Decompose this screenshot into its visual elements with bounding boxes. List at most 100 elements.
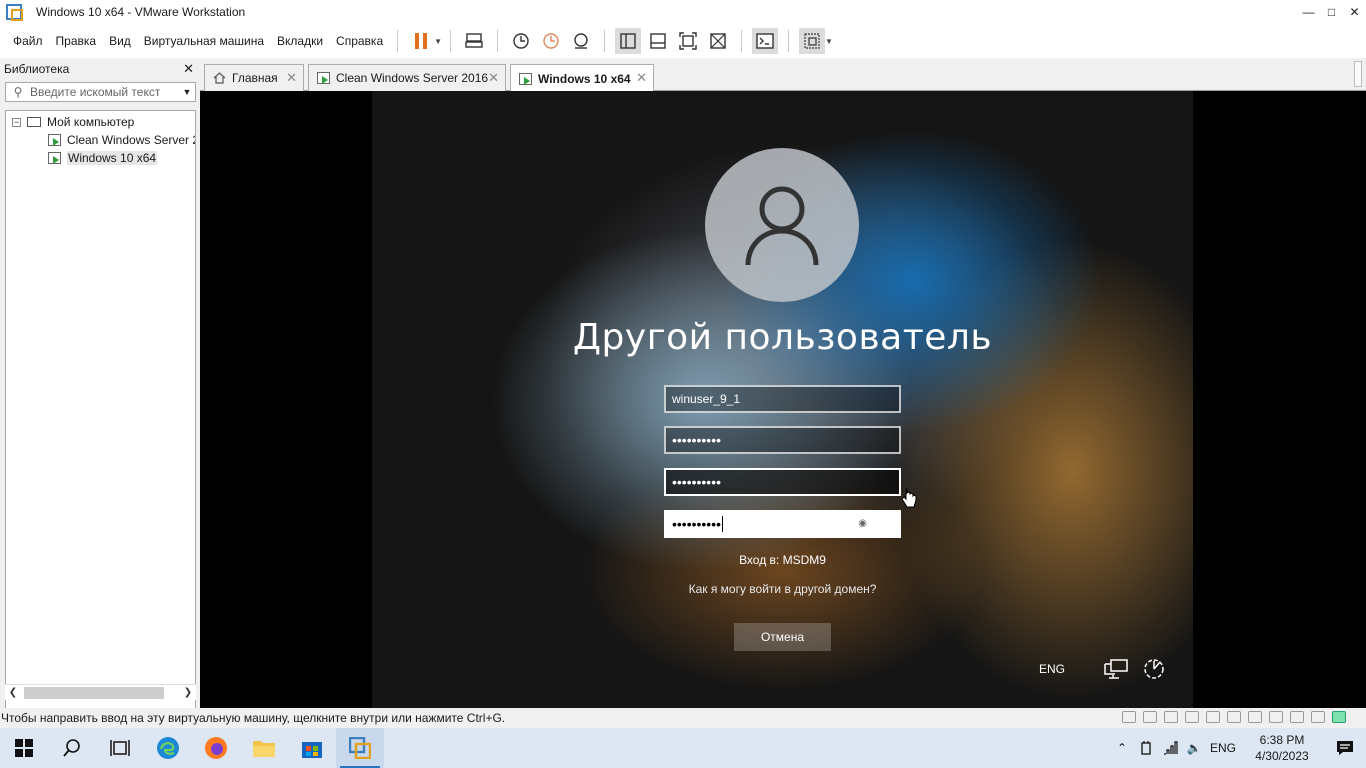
scrollbar-thumb[interactable] (24, 686, 164, 699)
window-controls: — □ ✕ (1297, 0, 1366, 24)
windows-lock-screen[interactable]: Другой пользователь winuser_9_1 ••••••••… (372, 91, 1193, 708)
taskbar-edge[interactable] (144, 728, 192, 768)
menu-tabs[interactable]: Вкладки (271, 34, 329, 48)
tab-clean-windows-server[interactable]: Clean Windows Server 2016 ✕ (308, 64, 506, 91)
tab-close-icon[interactable]: ✕ (286, 70, 297, 86)
floppy-icon[interactable] (1311, 711, 1325, 723)
language-indicator[interactable]: ENG (1039, 662, 1065, 676)
new-password-field[interactable]: •••••••••• (664, 468, 901, 496)
show-library-button[interactable] (615, 28, 642, 54)
hard-disk-icon[interactable] (1122, 711, 1136, 723)
tree-item-label: Clean Windows Server 2016 (67, 133, 195, 147)
library-header: Библиотека ✕ (0, 58, 200, 80)
new-password-value: •••••••••• (672, 474, 722, 490)
serial-port-icon[interactable] (1269, 711, 1283, 723)
tree-item-label: Мой компьютер (47, 115, 135, 129)
input-language[interactable]: ENG (1206, 728, 1240, 768)
stretch-dropdown-icon[interactable]: ▼ (825, 37, 833, 46)
toolbar-separator (397, 30, 399, 52)
vm-display[interactable]: Другой пользователь winuser_9_1 ••••••••… (200, 91, 1366, 708)
tab-label: Clean Windows Server 2016 (336, 71, 489, 85)
library-search-input[interactable]: ⚲ Введите искомый текст ▼ (5, 82, 196, 102)
taskbar-firefox[interactable] (192, 728, 240, 768)
menu-view[interactable]: Вид (103, 34, 137, 48)
other-domain-link[interactable]: Как я могу войти в другой домен? (372, 582, 1193, 596)
lock-screen-tray: ENG (1039, 658, 1167, 680)
vmware-app-icon (6, 4, 23, 21)
cd-dvd-icon[interactable] (1143, 711, 1157, 723)
wifi-icon[interactable] (1158, 728, 1182, 768)
computer-icon (27, 117, 41, 127)
network-adapter-icon[interactable] (1164, 711, 1178, 723)
tab-windows-10[interactable]: Windows 10 x64 ✕ (510, 64, 654, 92)
search-button[interactable] (48, 728, 96, 768)
submit-arrow-button[interactable]: → (873, 510, 901, 538)
show-hidden-icons-icon[interactable]: ⌃ (1110, 728, 1134, 768)
toolbar-separator (497, 30, 499, 52)
toolbar-separator (450, 30, 452, 52)
tab-close-icon[interactable]: ✕ (488, 70, 499, 86)
start-button[interactable] (0, 728, 48, 768)
status-message: Чтобы направить ввод на эту виртуальную … (1, 711, 506, 725)
printer-icon[interactable] (1227, 711, 1241, 723)
vm-running-icon (48, 152, 61, 164)
taskbar-file-explorer[interactable] (240, 728, 288, 768)
tree-item-my-computer[interactable]: − Мой компьютер (12, 113, 134, 131)
search-dropdown-icon[interactable]: ▼ (179, 87, 195, 97)
revert-snapshot-button[interactable] (538, 28, 564, 54)
toolbar-separator (788, 30, 790, 52)
windows-logo-icon (15, 739, 33, 757)
taskbar-vmware[interactable] (336, 728, 384, 768)
maximize-button[interactable]: □ (1320, 0, 1343, 24)
snapshot-button[interactable] (508, 28, 534, 54)
display-icon[interactable] (1248, 711, 1262, 723)
taskbar-store[interactable] (288, 728, 336, 768)
taskbar-clock[interactable]: 6:38 PM 4/30/2023 (1250, 732, 1314, 764)
menu-vm[interactable]: Виртуальная машина (138, 34, 270, 48)
status-bar: Чтобы направить ввод на эту виртуальную … (0, 708, 1366, 728)
task-view-icon (110, 740, 130, 756)
power-dropdown-icon[interactable]: ▼ (434, 37, 442, 46)
task-view-button[interactable] (96, 728, 144, 768)
minimize-button[interactable]: — (1297, 0, 1320, 24)
library-horizontal-scrollbar[interactable]: ❮ ❯ (5, 684, 196, 700)
vm-running-icon (48, 134, 61, 146)
edge-browser-icon (157, 737, 179, 759)
stretch-guest-button[interactable] (799, 28, 826, 54)
collapse-icon[interactable]: − (12, 117, 21, 127)
user-heading: Другой пользователь (572, 317, 993, 358)
tab-close-icon[interactable]: ✕ (636, 70, 647, 86)
cancel-button[interactable]: Отмена (734, 623, 831, 651)
message-log-icon[interactable] (1332, 711, 1346, 723)
menu-file[interactable]: Файл (7, 34, 49, 48)
action-center-icon[interactable] (1324, 728, 1366, 768)
tab-home[interactable]: Главная ✕ (204, 64, 304, 91)
close-button[interactable]: ✕ (1343, 0, 1366, 24)
snapshot-manager-button[interactable] (568, 28, 594, 54)
tree-item-windows-10[interactable]: Windows 10 x64 (48, 149, 158, 167)
tab-scroll-indicator[interactable] (1354, 61, 1362, 87)
send-ctrl-alt-del-button[interactable] (461, 28, 487, 54)
ease-of-access-icon[interactable] (1141, 658, 1167, 680)
tree-item-clean-windows-server[interactable]: Clean Windows Server 2016 (48, 131, 195, 149)
full-screen-button[interactable] (675, 28, 701, 54)
old-password-field[interactable]: •••••••••• (664, 426, 901, 454)
show-thumbnail-bar-button[interactable] (645, 28, 671, 54)
library-close-icon[interactable]: ✕ (183, 61, 194, 77)
scroll-right-icon[interactable]: ❯ (180, 687, 196, 698)
network-icon[interactable] (1103, 658, 1129, 680)
usb-controller-icon[interactable] (1185, 711, 1199, 723)
scroll-left-icon[interactable]: ❮ (5, 687, 21, 698)
menu-edit[interactable]: Правка (50, 34, 103, 48)
volume-icon[interactable]: 🔈 (1182, 728, 1206, 768)
reveal-password-icon[interactable]: ◉ (858, 518, 867, 529)
menu-help[interactable]: Справка (330, 34, 389, 48)
battery-plug-icon[interactable] (1134, 728, 1158, 768)
console-view-button[interactable] (752, 28, 779, 54)
parallel-port-icon[interactable] (1290, 711, 1304, 723)
sound-card-icon[interactable] (1206, 711, 1220, 723)
unity-button[interactable] (705, 28, 731, 54)
username-field[interactable]: winuser_9_1 (664, 385, 901, 413)
confirm-password-field[interactable]: •••••••••• ◉ → (664, 510, 901, 538)
pause-button[interactable] (408, 28, 434, 54)
